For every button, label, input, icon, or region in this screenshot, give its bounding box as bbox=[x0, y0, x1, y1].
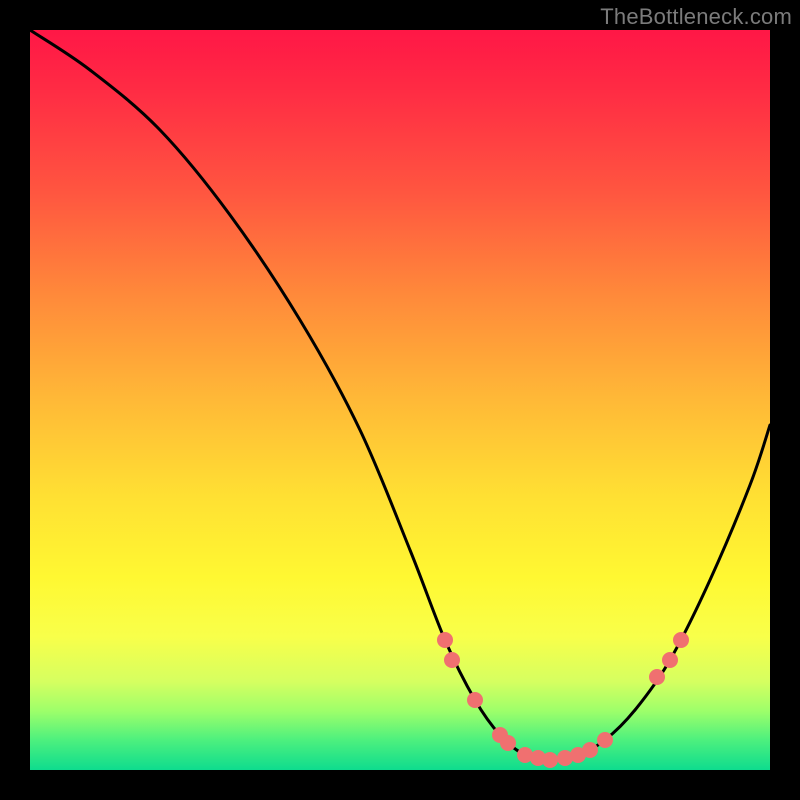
marker-dot bbox=[673, 632, 689, 648]
marker-layer bbox=[437, 632, 689, 768]
chart-svg bbox=[30, 30, 770, 770]
marker-dot bbox=[437, 632, 453, 648]
marker-dot bbox=[597, 732, 613, 748]
watermark-text: TheBottleneck.com bbox=[600, 4, 792, 30]
marker-dot bbox=[444, 652, 460, 668]
marker-dot bbox=[542, 752, 558, 768]
curve-line bbox=[30, 30, 770, 760]
chart-stage: TheBottleneck.com bbox=[0, 0, 800, 800]
marker-dot bbox=[500, 735, 516, 751]
plot-area bbox=[30, 30, 770, 770]
marker-dot bbox=[467, 692, 483, 708]
marker-dot bbox=[582, 742, 598, 758]
marker-dot bbox=[662, 652, 678, 668]
curve-layer bbox=[30, 30, 770, 760]
marker-dot bbox=[649, 669, 665, 685]
